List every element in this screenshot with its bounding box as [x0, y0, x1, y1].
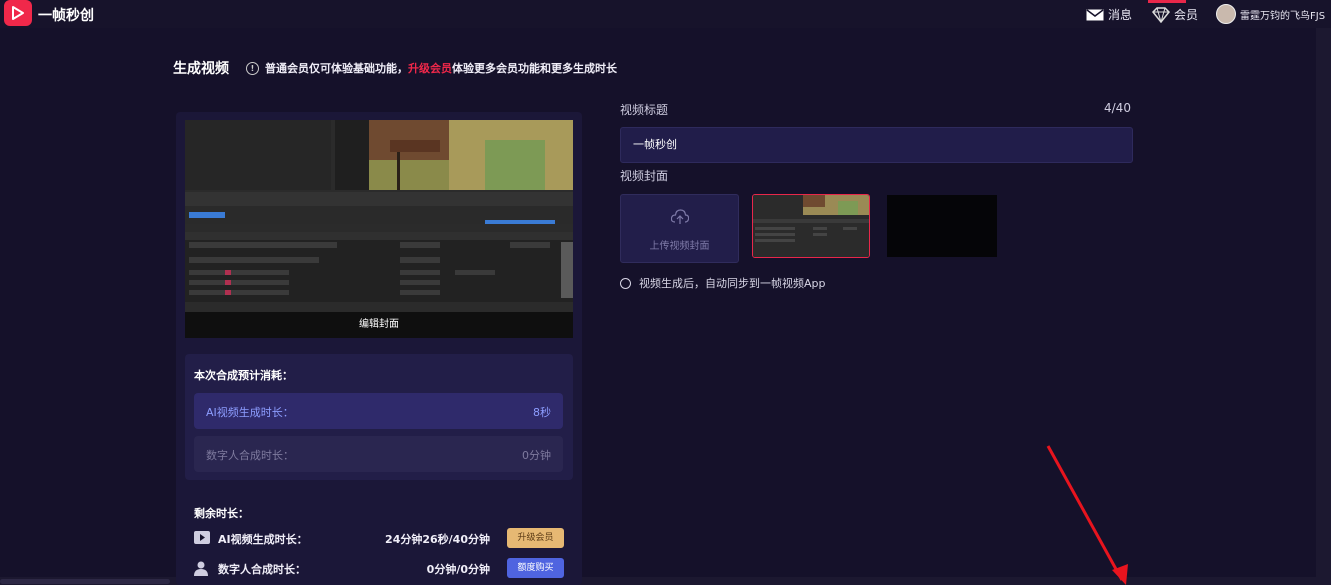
cost-title: 本次合成预计消耗：: [194, 369, 293, 382]
preview-frame-image: [185, 120, 573, 338]
play-logo-icon: [12, 6, 24, 20]
remaining-digital-value: 0分钟/0分钟: [426, 563, 490, 576]
member-link[interactable]: 会员: [1152, 6, 1198, 23]
upgrade-member-button[interactable]: 升级会员: [507, 528, 564, 548]
cost-digital-value: 0分钟: [522, 449, 551, 462]
remaining-digital-label: 数字人合成时长：: [218, 563, 306, 576]
horizontal-scroll-thumb[interactable]: [0, 579, 170, 584]
mail-icon: [1086, 8, 1104, 20]
upload-cover-button[interactable]: 上传视频封面: [620, 194, 739, 263]
sync-label: 视频生成后，自动同步到一帧视频App: [639, 277, 826, 290]
info-icon: !: [246, 61, 259, 75]
avatar: [1216, 4, 1236, 24]
video-preview[interactable]: 编辑封面: [185, 120, 573, 338]
remaining-row-ai: AI视频生成时长： 24分钟26秒/40分钟 升级会员: [194, 528, 564, 548]
remaining-title: 剩余时长：: [194, 507, 249, 520]
page-title: 生成视频: [173, 61, 229, 77]
cost-row-ai: AI视频生成时长： 8秒: [194, 393, 563, 429]
remaining-ai-label: AI视频生成时长：: [218, 533, 308, 546]
title-input[interactable]: 一帧秒创: [620, 127, 1133, 163]
remaining-row-digital: 数字人合成时长： 0分钟/0分钟 额度购买: [194, 558, 564, 578]
messages-link[interactable]: 消息: [1086, 6, 1132, 23]
notice-text: 普通会员仅可体验基础功能，: [265, 62, 408, 75]
member-badge-bar: [1148, 0, 1186, 3]
cloud-upload-icon: [671, 209, 689, 224]
video-play-icon: [194, 531, 210, 544]
title-counter: 4/40: [1104, 101, 1131, 115]
upload-cover-label: 上传视频封面: [649, 241, 710, 252]
cost-ai-label: AI视频生成时长：: [206, 406, 294, 419]
notice-text-tail: 体验更多会员功能和更多生成时长: [452, 62, 617, 75]
cost-ai-value: 8秒: [533, 406, 551, 419]
buy-quota-button[interactable]: 额度购买: [507, 558, 564, 578]
cover-thumbnail-selected[interactable]: [752, 194, 870, 258]
app-logo[interactable]: [4, 0, 32, 26]
user-name: 雷霆万钧的飞鸟FJS: [1240, 10, 1326, 22]
sync-radio[interactable]: [620, 277, 631, 289]
vertical-scrollbar[interactable]: [1316, 28, 1331, 585]
cover-label: 视频封面: [620, 169, 669, 183]
messages-label: 消息: [1108, 8, 1133, 22]
title-label: 视频标题: [620, 103, 669, 117]
member-label: 会员: [1174, 8, 1199, 22]
upgrade-link[interactable]: 升级会员: [408, 60, 452, 76]
remaining-ai-value: 24分钟26秒/40分钟: [385, 533, 490, 546]
user-menu[interactable]: 雷霆万钧的飞鸟FJS: [1216, 4, 1325, 24]
red-arrow-annotation: [1046, 445, 1128, 585]
cost-row-digital: 数字人合成时长： 0分钟: [194, 436, 563, 472]
cover-thumbnail-black[interactable]: [887, 195, 997, 257]
edit-cover-button[interactable]: 编辑封面: [185, 312, 573, 338]
brand-name: 一帧秒创: [38, 8, 94, 24]
person-icon: [194, 561, 208, 576]
cost-digital-label: 数字人合成时长：: [206, 449, 294, 462]
cover-thumbnail-image: [753, 195, 869, 257]
sync-option[interactable]: 视频生成后，自动同步到一帧视频App: [620, 275, 826, 291]
diamond-icon: [1152, 6, 1170, 23]
member-notice: ! 普通会员仅可体验基础功能， 升级会员 体验更多会员功能和更多生成时长: [246, 60, 617, 76]
